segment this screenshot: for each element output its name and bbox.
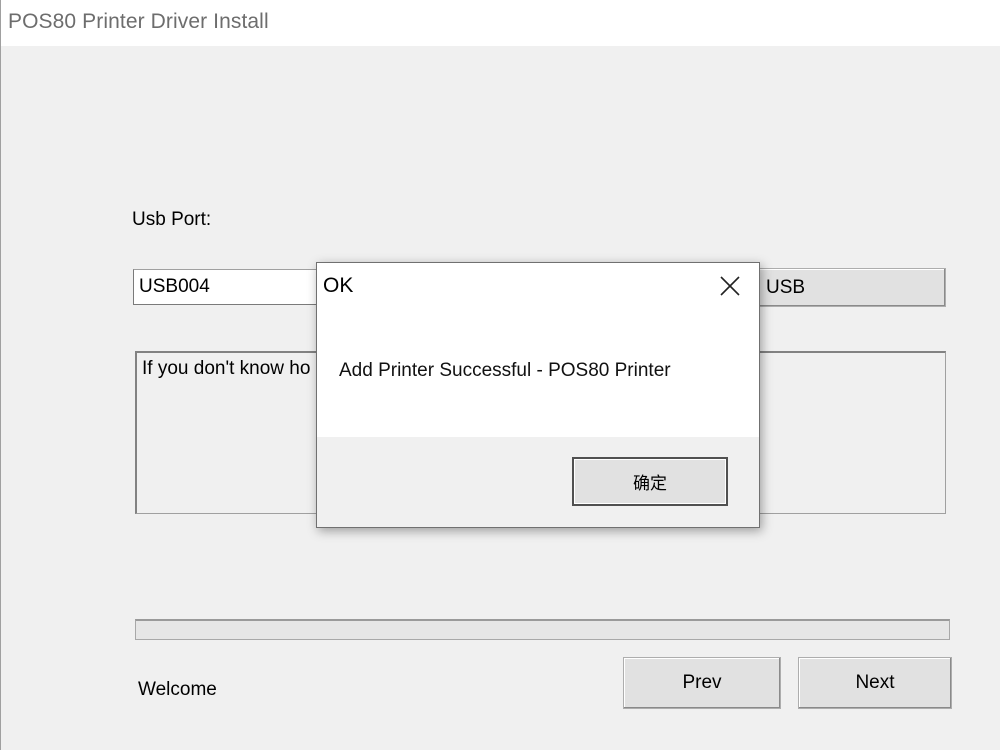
info-text: If you don't know ho — [142, 358, 311, 379]
prev-button[interactable]: Prev — [623, 657, 781, 709]
next-button[interactable]: Next — [798, 657, 952, 709]
confirm-button[interactable]: 确定 — [572, 457, 728, 506]
usb-port-input[interactable] — [133, 269, 323, 305]
dialog-title: OK — [323, 274, 354, 297]
status-text: Welcome — [138, 679, 217, 700]
dialog-footer: 确定 — [317, 437, 759, 527]
close-icon[interactable] — [715, 271, 745, 301]
title-bar[interactable]: POS80 Printer Driver Install — [1, 0, 1000, 46]
dialog-message: Add Printer Successful - POS80 Printer — [339, 360, 671, 381]
usb-button[interactable]: USB — [749, 268, 946, 307]
install-progress-bar — [135, 619, 950, 640]
window-title: POS80 Printer Driver Install — [8, 10, 269, 33]
usb-port-label: Usb Port: — [132, 209, 212, 230]
success-dialog: OK Add Printer Successful - POS80 Printe… — [316, 262, 760, 528]
